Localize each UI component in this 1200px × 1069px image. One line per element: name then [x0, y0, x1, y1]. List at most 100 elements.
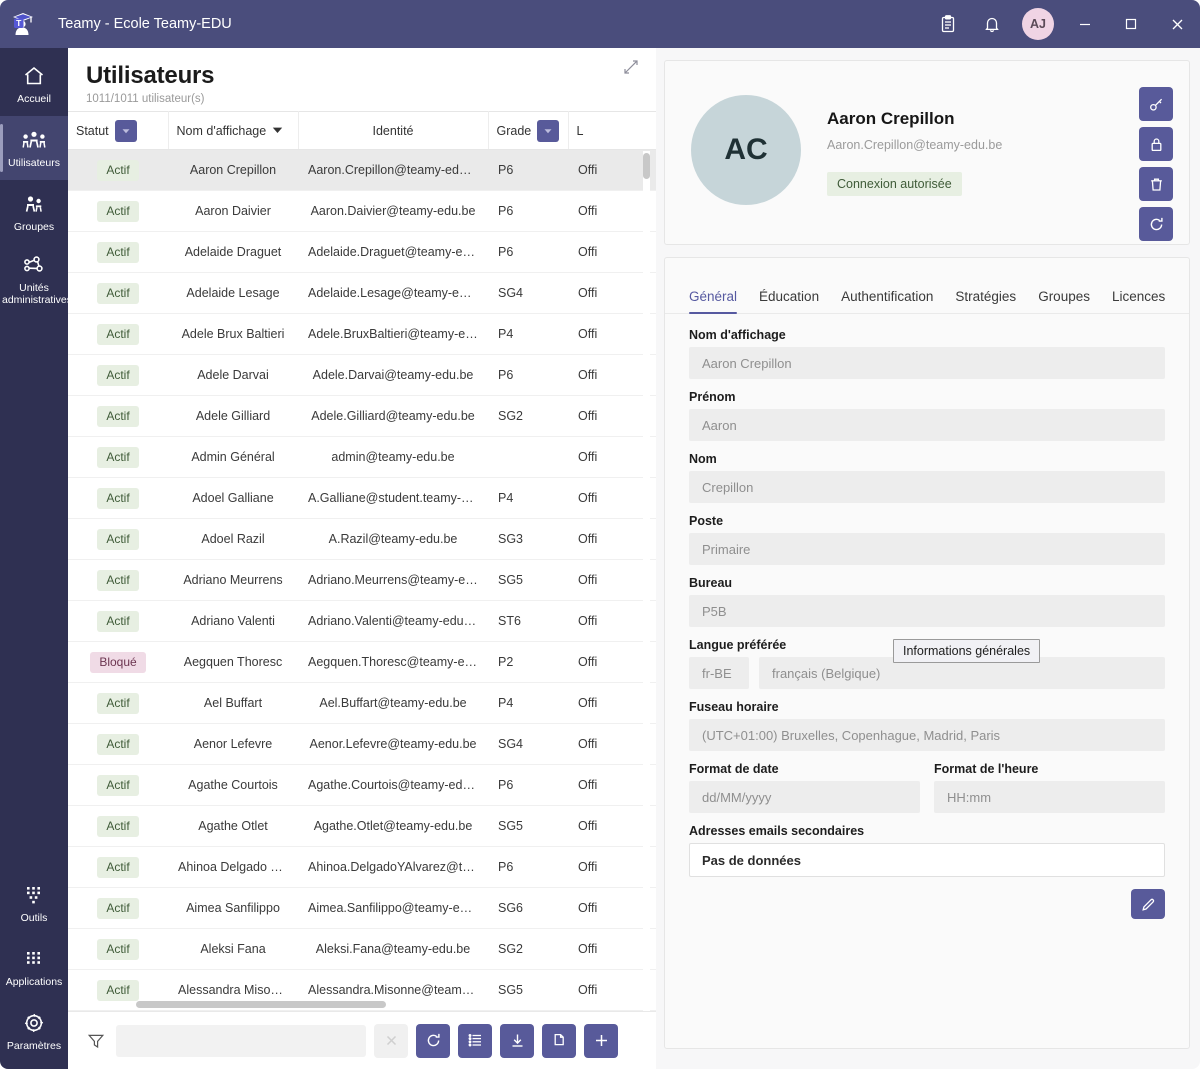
- input-office[interactable]: P5B: [689, 595, 1165, 627]
- table-row[interactable]: Actif Adele Gilliard Adele.Gilliard@teamy-…: [68, 395, 656, 437]
- input-job[interactable]: Primaire: [689, 533, 1165, 565]
- tab-groupes[interactable]: Groupes: [1038, 289, 1090, 313]
- field-display-name: Nom d'affichage Aaron Crepillon: [689, 328, 1165, 379]
- download-button[interactable]: [500, 1023, 534, 1058]
- sidebar-item-unites-administratives[interactable]: Unités administratives: [0, 244, 72, 314]
- add-user-button[interactable]: [584, 1023, 618, 1058]
- table-row[interactable]: Actif Adele Brux Baltieri Adele.BruxBaltie…: [68, 313, 656, 355]
- table-row[interactable]: Actif Aimea Sanfilippo Aimea.Sanfilippo@te…: [68, 887, 656, 929]
- status-badge: Actif: [97, 856, 139, 878]
- sidebar-item-groupes[interactable]: Groupes: [0, 180, 68, 244]
- table-row[interactable]: Actif Adriano Meurrens Adriano.Meurrens@te…: [68, 559, 656, 601]
- table-row[interactable]: Actif Ahinoa Delgado Y Al… Ahinoa.DelgadoY…: [68, 846, 656, 888]
- sort-desc-icon[interactable]: [272, 126, 283, 136]
- table-row[interactable]: Actif Agathe Courtois Agathe.Courtois@team…: [68, 764, 656, 806]
- cell-nom-affichage: Adele Darvai: [168, 354, 298, 396]
- table-vertical-scrollbar-track[interactable]: [643, 151, 650, 1011]
- refresh-button[interactable]: [416, 1023, 450, 1058]
- table-row[interactable]: Actif Aenor Lefevre Aenor.Lefevre@teamy-ed…: [68, 723, 656, 765]
- copy-button[interactable]: [542, 1023, 576, 1058]
- sidebar-label-utilisateurs: Utilisateurs: [8, 156, 60, 169]
- status-badge: Actif: [97, 528, 139, 550]
- clipboard-icon[interactable]: [926, 0, 970, 48]
- input-display-name[interactable]: Aaron Crepillon: [689, 347, 1165, 379]
- cell-identite: A.Galliane@student.teamy-edu.be: [298, 477, 488, 519]
- cell-grade: P4: [488, 313, 568, 355]
- filter-statut-icon[interactable]: [114, 119, 137, 142]
- columns-button[interactable]: [458, 1023, 492, 1058]
- column-header-statut[interactable]: Statut: [68, 111, 169, 150]
- cell-statut: Actif: [68, 395, 168, 437]
- cell-nom-affichage: Adoel Razil: [168, 518, 298, 560]
- sidebar-item-applications[interactable]: Applications: [0, 935, 68, 999]
- table-row[interactable]: Actif Adoel Galliane A.Galliane@student.te…: [68, 477, 656, 519]
- cell-nom-affichage: Adele Brux Baltieri: [168, 313, 298, 355]
- input-timeformat[interactable]: HH:mm: [934, 781, 1165, 813]
- refresh-icon[interactable]: [1139, 207, 1173, 241]
- table-row[interactable]: Actif Adriano Valenti Adriano.Valenti@team…: [68, 600, 656, 642]
- app-title: Teamy - Ecole Teamy-EDU: [58, 16, 232, 32]
- bell-icon[interactable]: [970, 0, 1014, 48]
- tab-licences[interactable]: Licences: [1112, 289, 1165, 313]
- clear-filter-button[interactable]: [374, 1023, 408, 1058]
- cell-grade: P4: [488, 682, 568, 724]
- input-language-code[interactable]: fr-BE: [689, 657, 749, 689]
- filter-input[interactable]: [116, 1024, 366, 1057]
- table-row[interactable]: Bloqué Aegquen Thoresc Aegquen.Thoresc@tea…: [68, 641, 656, 683]
- table-row[interactable]: Actif Admin Général admin@teamy-edu.be Offi: [68, 436, 656, 478]
- input-dateformat[interactable]: dd/MM/yyyy: [689, 781, 920, 813]
- filter-grade-icon[interactable]: [537, 119, 560, 142]
- lock-icon[interactable]: [1139, 127, 1173, 161]
- tab-authentification[interactable]: Authentification: [841, 289, 933, 313]
- status-badge: Actif: [97, 692, 139, 714]
- column-header-licence[interactable]: L: [568, 111, 656, 150]
- expand-diagonal-icon[interactable]: [620, 56, 642, 78]
- users-panel-header: Utilisateurs 1011/1011 utilisateur(s): [68, 48, 656, 111]
- status-badge: Actif: [97, 405, 139, 427]
- cell-nom-affichage: Adelaide Lesage: [168, 272, 298, 314]
- close-icon[interactable]: [1154, 0, 1200, 48]
- table-row[interactable]: Actif Adoel Razil A.Razil@teamy-edu.be SG3 O…: [68, 518, 656, 560]
- sidebar-item-outils[interactable]: Outils: [0, 871, 68, 935]
- table-row[interactable]: Actif Adelaide Lesage Adelaide.Lesage@team…: [68, 272, 656, 314]
- cell-grade: SG5: [488, 559, 568, 601]
- table-row[interactable]: Actif Aaron Daivier Aaron.Daivier@teamy-ed…: [68, 190, 656, 232]
- input-lastname[interactable]: Crepillon: [689, 471, 1165, 503]
- sidebar-label-outils: Outils: [20, 911, 48, 924]
- minimize-icon[interactable]: [1062, 0, 1108, 48]
- cell-statut: Actif: [68, 477, 168, 519]
- cell-statut: Actif: [68, 354, 168, 396]
- cell-statut: Actif: [68, 518, 168, 560]
- input-timezone[interactable]: (UTC+01:00) Bruxelles, Copenhague, Madri…: [689, 719, 1165, 751]
- table-row[interactable]: Actif Adelaide Draguet Adelaide.Draguet@te…: [68, 231, 656, 273]
- key-icon[interactable]: [1139, 87, 1173, 121]
- table-vertical-scrollbar-thumb[interactable]: [643, 153, 650, 179]
- maximize-icon[interactable]: [1108, 0, 1154, 48]
- sidebar-item-parametres[interactable]: Paramètres: [0, 999, 68, 1063]
- column-header-nom-affichage[interactable]: Nom d'affichage: [168, 111, 299, 150]
- users-table-wrap[interactable]: Statut Nom d'affichage Identité Grade L …: [68, 111, 656, 1011]
- column-header-grade[interactable]: Grade: [488, 111, 569, 150]
- column-header-identite[interactable]: Identité: [298, 111, 489, 150]
- cell-identite: Ahinoa.DelgadoYAlvarez@team…: [298, 846, 488, 888]
- table-horizontal-scrollbar-thumb[interactable]: [136, 1001, 386, 1008]
- tab-education[interactable]: Éducation: [759, 289, 819, 313]
- sidebar-item-utilisateurs[interactable]: Utilisateurs: [0, 116, 68, 180]
- table-row[interactable]: Actif Aaron Crepillon Aaron.Crepillon@team…: [68, 149, 656, 191]
- input-firstname[interactable]: Aaron: [689, 409, 1165, 441]
- sidebar-item-accueil[interactable]: Accueil: [0, 52, 68, 116]
- cell-identite: Adriano.Valenti@teamy-edu.be: [298, 600, 488, 642]
- status-badge: Actif: [97, 897, 139, 919]
- users-table-body: Actif Aaron Crepillon Aaron.Crepillon@team…: [68, 149, 656, 1011]
- user-avatar[interactable]: AJ: [1022, 8, 1054, 40]
- funnel-filter-icon[interactable]: [84, 1032, 108, 1050]
- tab-strategies[interactable]: Stratégies: [955, 289, 1016, 313]
- tab-general[interactable]: Général: [689, 289, 738, 314]
- pencil-edit-icon[interactable]: [1131, 889, 1165, 919]
- trash-icon[interactable]: [1139, 167, 1173, 201]
- table-row[interactable]: Actif Adele Darvai Adele.Darvai@teamy-edu.…: [68, 354, 656, 396]
- label-dateformat: Format de date: [689, 762, 779, 776]
- table-row[interactable]: Actif Agathe Otlet Agathe.Otlet@teamy-edu.…: [68, 805, 656, 847]
- table-row[interactable]: Actif Ael Buffart Ael.Buffart@teamy-edu.be…: [68, 682, 656, 724]
- table-row[interactable]: Actif Aleksi Fana Aleksi.Fana@teamy-edu.be…: [68, 928, 656, 970]
